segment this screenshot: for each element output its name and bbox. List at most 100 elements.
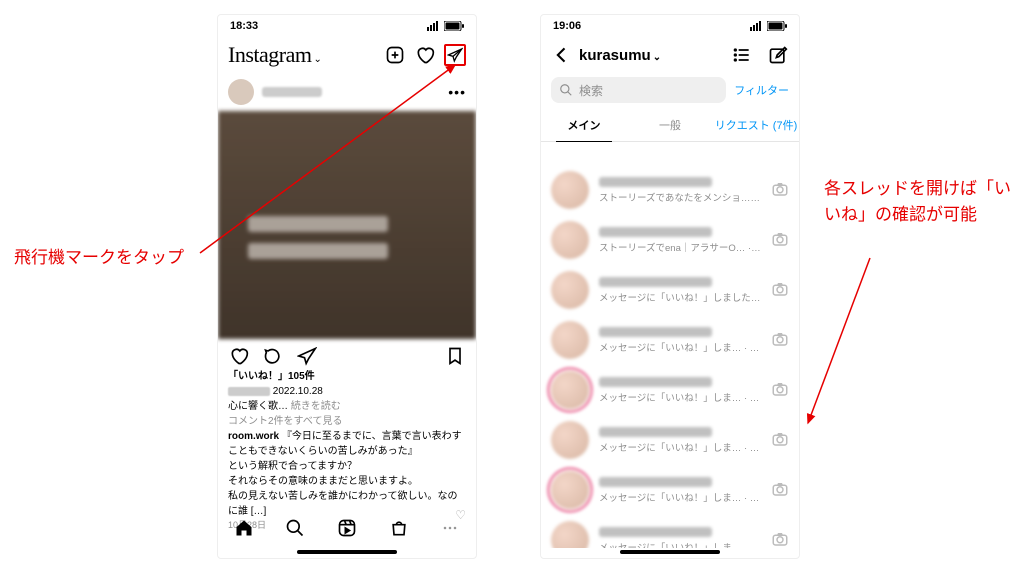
post-actions — [218, 339, 476, 369]
dm-tabs: メイン 一般 リクエスト (7件) — [541, 109, 799, 142]
thread-preview: メッセージに「いいね！」しま… · 1週間前 — [599, 390, 761, 404]
post-username[interactable] — [262, 87, 322, 97]
thread-username — [599, 327, 712, 337]
search-tab-icon[interactable] — [284, 517, 306, 539]
comment-icon[interactable] — [262, 345, 284, 367]
post-header[interactable]: ••• — [218, 73, 476, 111]
thread-preview: メッセージに「いいね！」しま… · 2週間前 — [599, 540, 761, 549]
bookmark-icon[interactable] — [444, 345, 466, 367]
tab-general[interactable]: 一般 — [627, 109, 713, 141]
signal-icon — [750, 21, 764, 31]
like-icon[interactable] — [228, 345, 250, 367]
thread-item[interactable]: ストーリーズであなたをメンショ… · 2日前 — [541, 165, 799, 215]
camera-icon[interactable] — [771, 530, 789, 549]
thread-avatar[interactable] — [551, 421, 589, 459]
chevron-down-icon: ⌄ — [653, 52, 661, 63]
thread-item[interactable]: メッセージに「いいね！」しま… · 1週間前 — [541, 315, 799, 365]
signal-icon — [427, 21, 441, 31]
chevron-down-icon: ⌄ — [313, 54, 321, 65]
post-more-icon[interactable]: ••• — [448, 84, 466, 100]
status-time: 18:33 — [230, 20, 258, 32]
post-date: 2022.10.28 — [273, 386, 323, 397]
camera-icon[interactable] — [771, 430, 789, 451]
tab-requests[interactable]: リクエスト (7件) — [713, 109, 799, 141]
thread-username — [599, 277, 712, 287]
dm-username[interactable]: kurasumu⌄ — [579, 47, 661, 64]
thread-preview: メッセージに「いいね！」しました · 6日前 — [599, 290, 761, 304]
annotation-right: 各スレッドを開けば「いいね」の確認が可能 — [824, 176, 1014, 227]
thread-preview: メッセージに「いいね！」しま… · 1週間前 — [599, 440, 761, 454]
thread-item[interactable]: メッセージに「いいね！」しま… · 2週間前 — [541, 515, 799, 548]
thread-username — [599, 377, 712, 387]
thread-preview: メッセージに「いいね！」しま… · 1週間前 — [599, 490, 761, 504]
thread-list: ストーリーズであなたをメンショ… · 2日前ストーリーズでena｜アラサーO… … — [541, 165, 799, 548]
post-image[interactable] — [218, 111, 476, 339]
thread-username — [599, 427, 712, 437]
compose-icon[interactable] — [767, 44, 789, 66]
camera-icon[interactable] — [771, 280, 789, 301]
view-comments-link[interactable]: コメント2件をすべて見る — [228, 414, 466, 429]
thread-avatar[interactable] — [551, 521, 589, 548]
status-icons — [427, 21, 464, 31]
bottom-tab-bar — [218, 510, 476, 546]
instagram-logo[interactable]: Instagram⌄ — [228, 42, 321, 68]
comment-line-3: それならその意味のままだと思いますよ。 — [228, 474, 466, 489]
thread-preview: ストーリーズでena｜アラサーO… · 6日前 — [599, 240, 761, 254]
thread-preview: メッセージに「いいね！」しま… · 1週間前 — [599, 340, 761, 354]
thread-avatar[interactable] — [551, 221, 589, 259]
thread-avatar[interactable] — [551, 471, 589, 509]
back-icon[interactable] — [551, 44, 573, 66]
thread-username — [599, 527, 712, 537]
thread-avatar[interactable] — [551, 321, 589, 359]
status-icons — [750, 21, 787, 31]
tab-main[interactable]: メイン — [541, 109, 627, 141]
thread-avatar[interactable] — [551, 371, 589, 409]
activity-heart-icon[interactable] — [414, 44, 436, 66]
shop-tab-icon[interactable] — [388, 517, 410, 539]
app-header: Instagram⌄ — [218, 37, 476, 73]
camera-icon[interactable] — [771, 180, 789, 201]
home-indicator — [297, 550, 397, 554]
battery-icon — [767, 21, 787, 31]
post-avatar[interactable] — [228, 79, 254, 105]
new-post-icon[interactable] — [384, 44, 406, 66]
search-icon — [559, 83, 573, 97]
share-icon[interactable] — [296, 345, 318, 367]
thread-item[interactable]: ストーリーズでena｜アラサーO… · 6日前 — [541, 215, 799, 265]
thread-avatar[interactable] — [551, 171, 589, 209]
home-tab-icon[interactable] — [233, 517, 255, 539]
camera-icon[interactable] — [771, 230, 789, 251]
thread-preview: ストーリーズであなたをメンショ… · 2日前 — [599, 190, 761, 204]
thread-avatar[interactable] — [551, 271, 589, 309]
thread-item[interactable]: メッセージに「いいね！」しま… · 1週間前 — [541, 465, 799, 515]
thread-item[interactable]: メッセージに「いいね！」しま… · 1週間前 — [541, 415, 799, 465]
arrow-to-thread — [808, 258, 870, 423]
list-icon[interactable] — [731, 44, 753, 66]
direct-message-icon[interactable] — [444, 44, 466, 66]
phone-feed: 18:33 Instagram⌄ ••• 「いいね！」105件 2022.10.… — [217, 14, 477, 559]
likes-count[interactable]: 「いいね！」105件 — [228, 369, 466, 384]
search-placeholder: 検索 — [579, 82, 603, 99]
annotation-left: 飛行機マークをタップ — [14, 245, 214, 271]
reels-tab-icon[interactable] — [336, 517, 358, 539]
profile-tab-icon[interactable] — [439, 517, 461, 539]
dm-search-input[interactable]: 検索 — [551, 77, 726, 103]
caption-intro: 心に響く歌… — [228, 401, 288, 412]
battery-icon — [444, 21, 464, 31]
thread-item[interactable]: メッセージに「いいね！」しま… · 1週間前 — [541, 365, 799, 415]
filter-link[interactable]: フィルター — [734, 82, 789, 98]
camera-icon[interactable] — [771, 480, 789, 501]
status-bar: 19:06 — [541, 15, 799, 37]
camera-icon[interactable] — [771, 380, 789, 401]
read-more-link[interactable]: 続きを読む — [291, 401, 341, 412]
author-blur — [228, 387, 270, 396]
dm-header: kurasumu⌄ — [541, 37, 799, 73]
status-time: 19:06 — [553, 20, 581, 32]
comment-author[interactable]: room.work — [228, 431, 279, 442]
thread-username — [599, 177, 712, 187]
annotation-arrows — [0, 0, 1024, 576]
comment-line-2: という解釈で合ってますか？ — [228, 459, 466, 474]
thread-item[interactable]: メッセージに「いいね！」しました · 6日前 — [541, 265, 799, 315]
camera-icon[interactable] — [771, 330, 789, 351]
phone-dm: 19:06 kurasumu⌄ 検索 フィルター メイン 一般 リクエスト (7… — [540, 14, 800, 559]
